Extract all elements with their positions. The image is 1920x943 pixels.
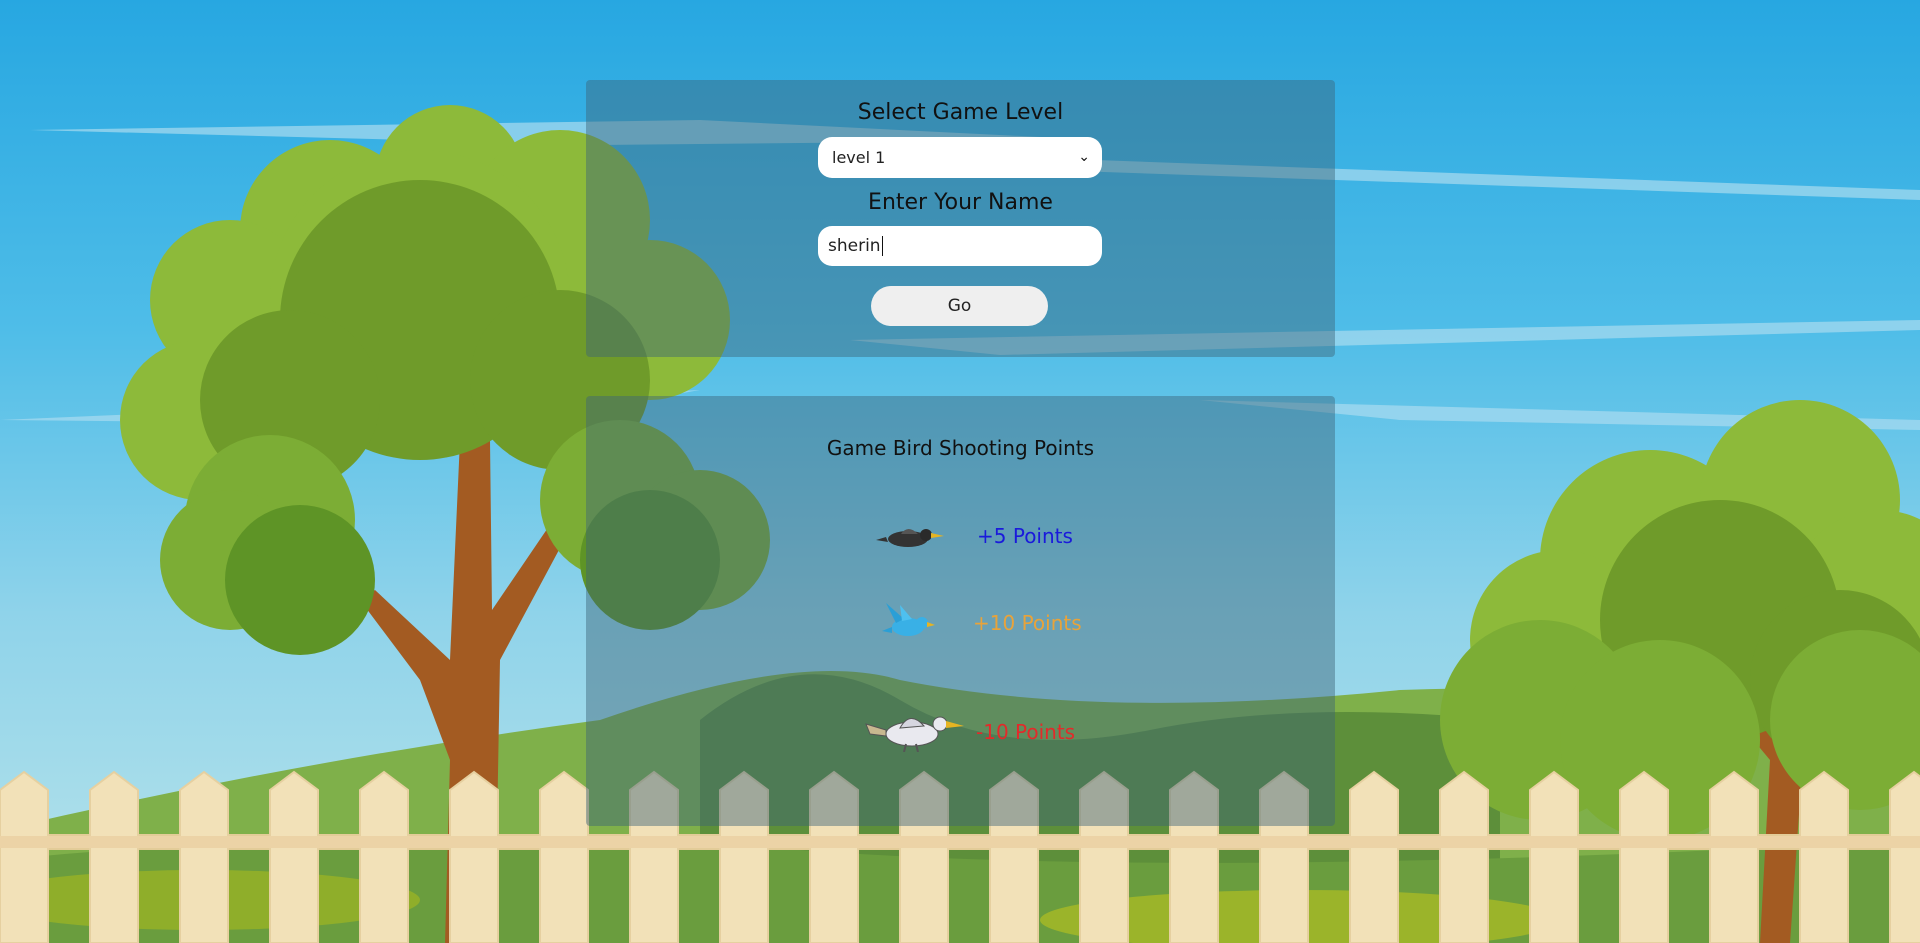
fence-picket	[1529, 770, 1579, 943]
fence-picket	[269, 770, 319, 943]
fence-picket	[1349, 770, 1399, 943]
fence-picket	[0, 770, 49, 943]
fence-picket	[359, 770, 409, 943]
fence-picket	[539, 770, 589, 943]
name-input-value: sherin	[828, 236, 881, 256]
level-select[interactable]: level 1 ⌄	[818, 137, 1102, 178]
fence-picket	[1889, 770, 1920, 943]
go-button[interactable]: Go	[871, 286, 1048, 326]
text-caret	[881, 236, 883, 256]
points-label-minus-10: -10 Points	[976, 720, 1076, 744]
selected-level-value: level 1	[832, 148, 886, 167]
fence-picket	[1799, 770, 1849, 943]
chevron-down-icon: ⌄	[1078, 149, 1090, 165]
name-label: Enter Your Name	[868, 190, 1053, 215]
fence-picket	[1709, 770, 1759, 943]
select-level-label: Select Game Level	[857, 100, 1064, 125]
points-label-plus-5: +5 Points	[977, 524, 1073, 548]
fence-picket	[449, 770, 499, 943]
level-panel: Select Game Level level 1 ⌄ Enter Your N…	[586, 80, 1335, 357]
fence-picket	[179, 770, 229, 943]
blue-bird-icon	[882, 603, 935, 636]
fence-picket	[89, 770, 139, 943]
white-bird-icon	[865, 716, 964, 752]
points-row-black-bird: +5 Points	[586, 512, 1335, 562]
points-title: Game Bird Shooting Points	[826, 436, 1095, 460]
points-row-white-bird: -10 Points	[586, 706, 1335, 756]
fence-picket	[1439, 770, 1489, 943]
points-row-blue-bird: +10 Points	[586, 599, 1335, 649]
fence-picket	[1619, 770, 1669, 943]
name-input[interactable]: sherin	[818, 226, 1102, 266]
black-bird-icon	[876, 529, 944, 547]
points-label-plus-10: +10 Points	[973, 611, 1082, 635]
fence-rail	[0, 836, 1920, 848]
points-panel: Game Bird Shooting Points +5 Points +10 …	[586, 396, 1335, 826]
